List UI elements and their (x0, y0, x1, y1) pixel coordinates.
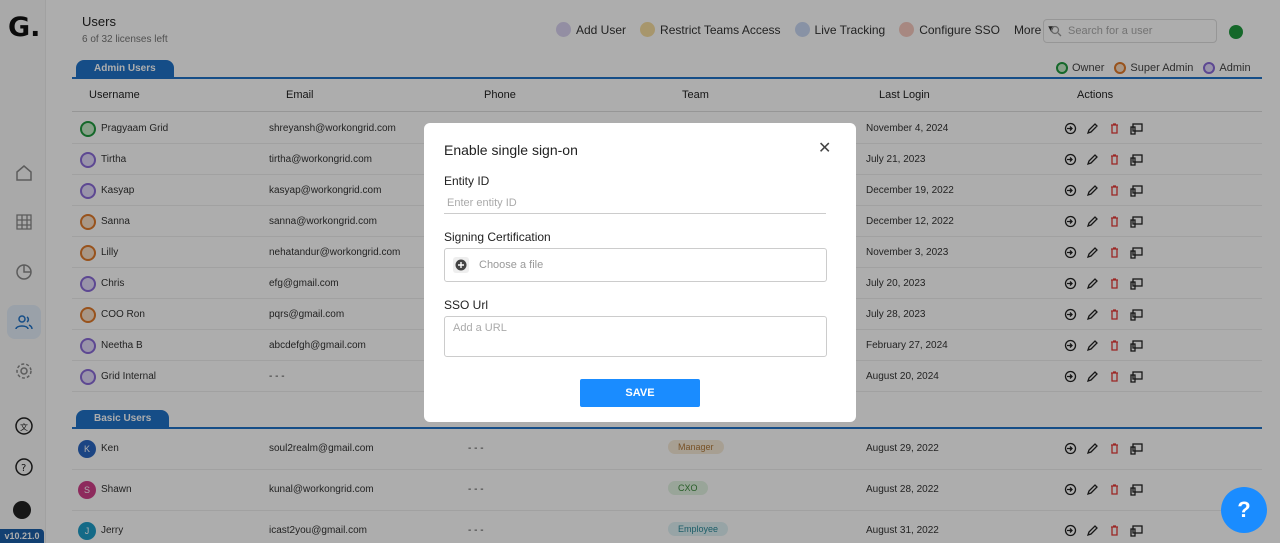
close-icon[interactable]: ✕ (818, 141, 832, 157)
help-button[interactable]: ? (1221, 487, 1267, 533)
file-picker-placeholder: Choose a file (479, 259, 544, 271)
modal-title: Enable single sign-on (444, 142, 578, 158)
sso-modal: Enable single sign-on ✕ Entity ID Signin… (424, 123, 856, 422)
entity-id-input[interactable] (444, 192, 826, 214)
sso-url-input[interactable] (444, 316, 827, 357)
save-button[interactable]: SAVE (580, 379, 700, 407)
file-picker[interactable]: Choose a file (444, 248, 827, 282)
add-file-icon (453, 257, 469, 273)
signing-cert-label: Signing Certification (444, 230, 551, 244)
entity-id-label: Entity ID (444, 174, 490, 188)
sso-url-label: SSO Url (444, 298, 489, 312)
